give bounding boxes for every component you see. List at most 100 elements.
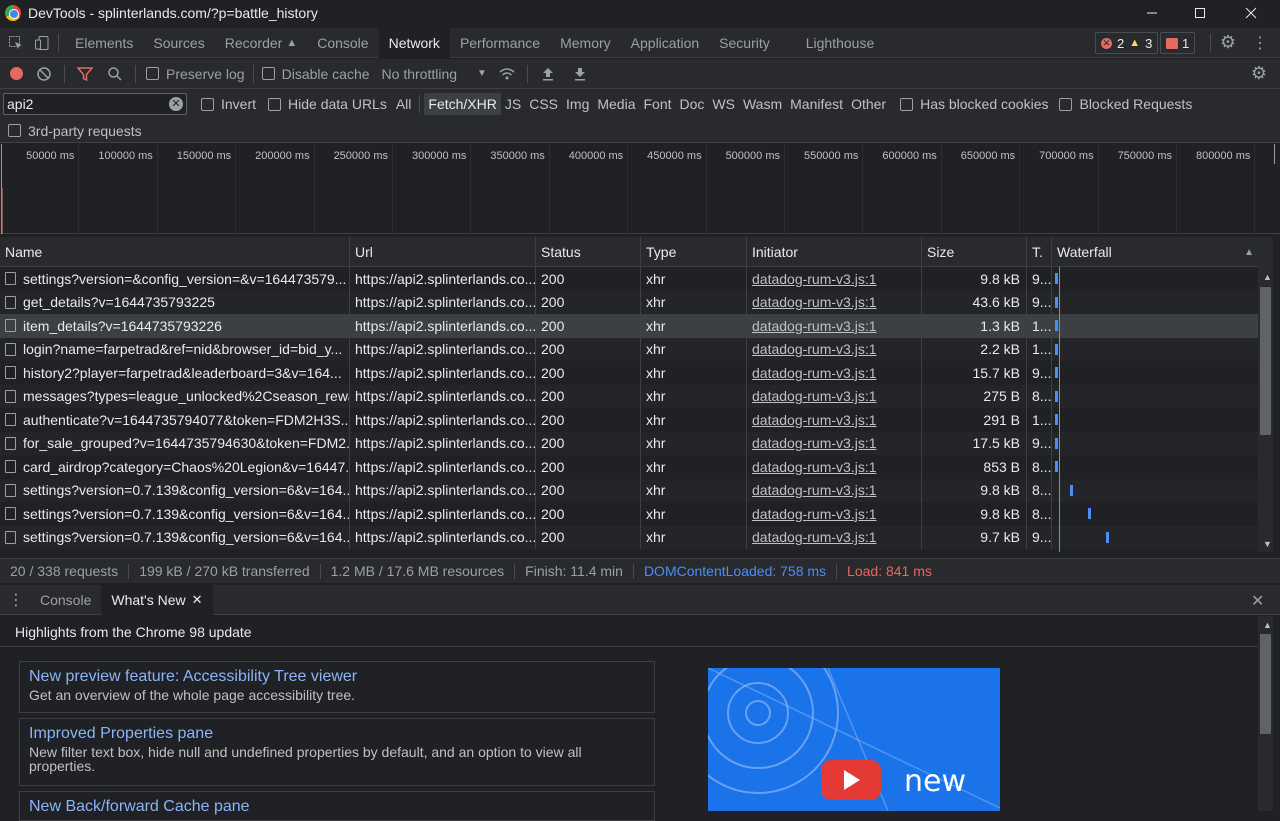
settings-gear-icon[interactable]: ⚙	[1218, 32, 1238, 53]
blocked-requests-checkbox[interactable]	[1059, 97, 1073, 111]
column-url[interactable]: Url	[350, 237, 536, 267]
table-row[interactable]: messages?types=league_unlocked%2Cseason_…	[0, 384, 1258, 408]
clear-icon[interactable]	[34, 64, 54, 84]
table-row[interactable]: settings?version=0.7.139&config_version=…	[0, 525, 1258, 549]
filter-type-manifest[interactable]: Manifest	[786, 93, 847, 115]
filter-type-wasm[interactable]: Wasm	[739, 93, 786, 115]
request-initiator-cell[interactable]: datadog-rum-v3.js:1	[747, 290, 922, 314]
column-name[interactable]: Name	[0, 237, 350, 267]
clear-filter-icon[interactable]: ✕	[169, 97, 183, 111]
request-initiator-cell[interactable]: datadog-rum-v3.js:1	[747, 267, 922, 291]
request-initiator-cell[interactable]: datadog-rum-v3.js:1	[747, 431, 922, 455]
tab-application[interactable]: Application	[621, 28, 710, 58]
request-initiator-cell[interactable]: datadog-rum-v3.js:1	[747, 408, 922, 432]
filter-type-all[interactable]: All	[392, 93, 416, 115]
request-initiator-cell[interactable]: datadog-rum-v3.js:1	[747, 337, 922, 361]
drawer-tab-whats-new[interactable]: What's New ✕	[101, 584, 213, 615]
filter-type-fetch-xhr[interactable]: Fetch/XHR	[424, 93, 501, 115]
card-title[interactable]: Improved Properties pane	[29, 725, 645, 743]
request-initiator-cell[interactable]: datadog-rum-v3.js:1	[747, 384, 922, 408]
drawer-scrollbar[interactable]: ▲	[1258, 616, 1273, 811]
column-size[interactable]: Size	[922, 237, 1027, 267]
tab-recorder[interactable]: Recorder ▲	[215, 28, 307, 58]
table-scrollbar[interactable]: ▲ ▼	[1258, 267, 1273, 552]
preserve-log-checkbox[interactable]	[146, 67, 159, 80]
more-options-icon[interactable]: ⋮	[1250, 33, 1270, 53]
scroll-down-icon[interactable]: ▼	[1263, 539, 1272, 549]
card-title[interactable]: New Back/forward Cache pane	[29, 798, 645, 816]
filter-type-media[interactable]: Media	[593, 93, 639, 115]
scroll-up-icon[interactable]: ▲	[1263, 620, 1272, 630]
table-row[interactable]: settings?version=0.7.139&config_version=…	[0, 478, 1258, 502]
column-time[interactable]: T.	[1027, 237, 1052, 267]
hide-data-urls-checkbox[interactable]	[268, 97, 282, 111]
third-party-checkbox[interactable]	[8, 124, 21, 137]
feature-card-accessibility-tree[interactable]: New preview feature: Accessibility Tree …	[19, 661, 655, 713]
close-window-button[interactable]	[1227, 0, 1275, 26]
request-initiator-cell[interactable]: datadog-rum-v3.js:1	[747, 361, 922, 385]
network-settings-gear-icon[interactable]: ⚙	[1249, 63, 1269, 84]
device-toolbar-icon[interactable]	[32, 33, 52, 53]
dropdown-arrow-icon[interactable]: ▼	[477, 68, 487, 79]
overview-right-handle[interactable]	[1274, 144, 1275, 164]
column-status[interactable]: Status	[536, 237, 641, 267]
drawer-menu-icon[interactable]: ⋮	[6, 590, 26, 610]
tab-security[interactable]: Security	[709, 28, 780, 58]
drawer-tab-console[interactable]: Console	[30, 585, 101, 615]
table-row[interactable]: get_details?v=1644735793225 https://api2.…	[0, 290, 1258, 314]
close-tab-icon[interactable]: ✕	[192, 592, 203, 608]
record-icon[interactable]	[6, 64, 26, 84]
issues-counter[interactable]: ✕ 2 ▲ 3	[1095, 32, 1159, 54]
filter-type-css[interactable]: CSS	[525, 93, 562, 115]
tab-memory[interactable]: Memory	[550, 28, 621, 58]
tab-lighthouse[interactable]: Lighthouse	[796, 28, 885, 58]
feature-card-bfcache-pane[interactable]: New Back/forward Cache pane	[19, 791, 655, 821]
maximize-button[interactable]	[1176, 0, 1224, 26]
throttling-select[interactable]: No throttling	[382, 66, 457, 82]
request-initiator-cell[interactable]: datadog-rum-v3.js:1	[747, 478, 922, 502]
table-row[interactable]: for_sale_grouped?v=1644735794630&token=F…	[0, 431, 1258, 455]
filter-input[interactable]: api2 ✕	[3, 93, 187, 115]
tab-sources[interactable]: Sources	[143, 28, 214, 58]
has-blocked-cookies-checkbox[interactable]	[900, 97, 914, 111]
table-row[interactable]: history2?player=farpetrad&leaderboard=3&…	[0, 361, 1258, 385]
network-conditions-icon[interactable]	[497, 64, 517, 84]
tab-network[interactable]: Network	[378, 27, 450, 58]
card-title[interactable]: New preview feature: Accessibility Tree …	[29, 668, 645, 686]
table-row[interactable]: settings?version=&config_version=&v=1644…	[0, 267, 1258, 291]
table-row[interactable]: item_details?v=1644735793226 https://api2…	[0, 314, 1258, 338]
request-initiator-cell[interactable]: datadog-rum-v3.js:1	[747, 314, 922, 338]
tab-elements[interactable]: Elements	[65, 28, 143, 58]
filter-type-img[interactable]: Img	[562, 93, 593, 115]
filter-type-ws[interactable]: WS	[708, 93, 739, 115]
filter-type-js[interactable]: JS	[501, 93, 525, 115]
issues-messages-counter[interactable]: 1	[1160, 32, 1196, 54]
search-icon[interactable]	[105, 64, 125, 84]
request-initiator-cell[interactable]: datadog-rum-v3.js:1	[747, 455, 922, 479]
minimize-button[interactable]	[1128, 0, 1176, 26]
filter-icon[interactable]	[75, 64, 95, 84]
feature-card-properties-pane[interactable]: Improved Properties pane New filter text…	[19, 718, 655, 786]
request-initiator-cell[interactable]: datadog-rum-v3.js:1	[747, 525, 922, 549]
filter-type-other[interactable]: Other	[847, 93, 890, 115]
table-row[interactable]: login?name=farpetrad&ref=nid&browser_id=…	[0, 337, 1258, 361]
disable-cache-checkbox[interactable]	[261, 67, 275, 80]
tab-performance[interactable]: Performance	[450, 28, 550, 58]
table-row[interactable]: authenticate?v=1644735794077&token=FDM2H…	[0, 408, 1258, 432]
table-row[interactable]: settings?version=0.7.139&config_version=…	[0, 502, 1258, 526]
tab-console[interactable]: Console	[307, 28, 378, 58]
filter-type-doc[interactable]: Doc	[676, 93, 709, 115]
scrollbar-thumb[interactable]	[1260, 634, 1271, 734]
scroll-up-icon[interactable]: ▲	[1263, 272, 1272, 282]
import-har-icon[interactable]	[538, 64, 558, 84]
scrollbar-thumb[interactable]	[1260, 287, 1271, 435]
whats-new-video-thumbnail[interactable]: new	[708, 668, 1000, 811]
request-initiator-cell[interactable]: datadog-rum-v3.js:1	[747, 502, 922, 526]
close-drawer-icon[interactable]: ✕	[1251, 591, 1264, 611]
export-har-icon[interactable]	[570, 64, 590, 84]
column-waterfall[interactable]: Waterfall ▲	[1052, 237, 1258, 267]
column-type[interactable]: Type	[641, 237, 747, 267]
inspect-element-icon[interactable]	[6, 33, 26, 53]
timeline-overview[interactable]: 50000 ms 100000 ms 150000 ms 200000 ms 25000…	[0, 144, 1280, 234]
table-row[interactable]: card_airdrop?category=Chaos%20Legion&v=1…	[0, 455, 1258, 479]
